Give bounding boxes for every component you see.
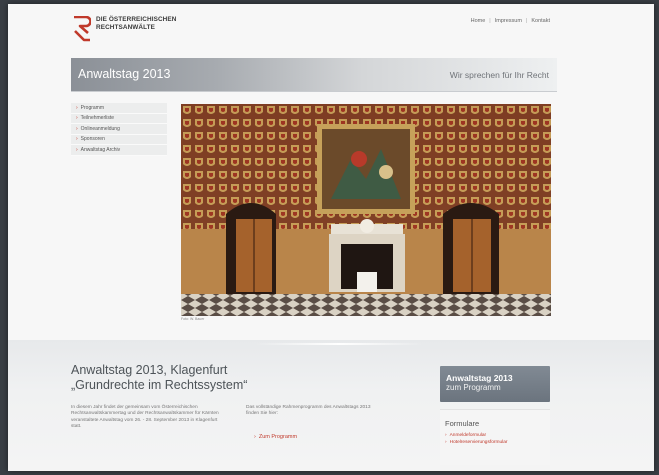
program-cta-button[interactable]: Anwaltstag 2013 zum Programm <box>440 366 550 402</box>
chevron-right-icon: › <box>76 146 78 153</box>
hero-illustration <box>181 104 551 316</box>
chevron-right-icon: › <box>445 433 447 438</box>
hero-image <box>181 104 551 316</box>
image-caption: Foto: W. Bauer <box>181 317 205 321</box>
program-text: Das vollständige Rahmenprogramm des Anwa… <box>246 405 371 417</box>
forms-box: Formulare › Anmeldeformular › Hotelreservi… <box>440 409 550 465</box>
sidebar-item-label: Sponsoren <box>80 136 105 143</box>
page: DIE ÖSTERREICHISCHEN RECHTSANWÄLTE Home … <box>8 4 654 471</box>
chevron-right-icon: › <box>445 440 447 445</box>
chevron-right-icon: › <box>76 104 78 111</box>
chevron-right-icon: › <box>76 115 78 122</box>
title-band: Anwaltstag 2013 Wir sprechen für Ihr Rec… <box>71 58 557 92</box>
sidebar-item-archiv[interactable]: › Anwaltstag Archiv <box>71 145 167 156</box>
sidebar-item-label: Onlineanmeldung <box>80 125 120 132</box>
top-navigation: Home | Impressum | Kontakt <box>471 18 550 24</box>
chevron-right-icon: › <box>76 136 78 143</box>
article-headline: Anwaltstag 2013, Klagenfurt „Grundrechte… <box>71 363 247 392</box>
form-link-label: Anmeldeformular <box>449 433 487 438</box>
form-link-hotel[interactable]: › Hotelreservierungsformular <box>445 439 545 446</box>
chevron-right-icon: › <box>254 434 256 440</box>
program-link[interactable]: › Zum Programm <box>254 434 297 440</box>
sidebar-item-onlineanmeldung[interactable]: › Onlineanmeldung <box>71 124 167 135</box>
page-title: Anwaltstag 2013 <box>78 67 171 81</box>
headline-line-1: Anwaltstag 2013, Klagenfurt <box>71 363 228 377</box>
sidebar-item-programm[interactable]: › Programm <box>71 103 167 114</box>
forms-title: Formulare <box>445 419 480 428</box>
sidebar-item-label: Anwaltstag Archiv <box>80 146 121 153</box>
cta-title: Anwaltstag 2013 <box>446 373 513 383</box>
program-link-label: Zum Programm <box>258 434 298 440</box>
sidebar-item-sponsoren[interactable]: › Sponsoren <box>71 135 167 145</box>
headline-line-2: „Grundrechte im Rechtssystem“ <box>71 377 248 392</box>
logo-mark-icon <box>74 16 91 42</box>
logo-line-1: DIE ÖSTERREICHISCHEN <box>96 16 177 23</box>
logo-line-2: RECHTSANWÄLTE <box>96 23 156 31</box>
chevron-right-icon: › <box>76 125 78 132</box>
cta-subtitle: zum Programm <box>446 383 501 392</box>
nav-separator: | <box>489 18 491 24</box>
sidebar-navigation: › Programm › Teilnehmerliste › Onlineanm… <box>71 103 167 156</box>
nav-separator: | <box>525 18 528 24</box>
logo-text: DIE ÖSTERREICHISCHEN RECHTSANWÄLTE <box>96 16 176 31</box>
sidebar-item-teilnehmerliste[interactable]: › Teilnehmerliste <box>71 114 167 124</box>
slogan: Wir sprechen für Ihr Recht <box>449 70 549 80</box>
form-link-label: Hotelreservierungsformular <box>449 440 508 445</box>
sidebar-item-label: Programm <box>80 104 105 111</box>
intro-text: In diesem Jahr findet der gemeinsam vom … <box>71 405 219 430</box>
divider <box>254 343 424 345</box>
nav-kontakt-link[interactable]: Kontakt <box>531 18 550 24</box>
sidebar-item-label: Teilnehmerliste <box>80 115 115 122</box>
nav-home-link[interactable]: Home <box>471 18 486 24</box>
nav-impressum-link[interactable]: Impressum <box>495 18 522 24</box>
form-link-anmeldung[interactable]: › Anmeldeformular <box>445 432 545 439</box>
logo[interactable]: DIE ÖSTERREICHISCHEN RECHTSANWÄLTE <box>73 16 176 42</box>
